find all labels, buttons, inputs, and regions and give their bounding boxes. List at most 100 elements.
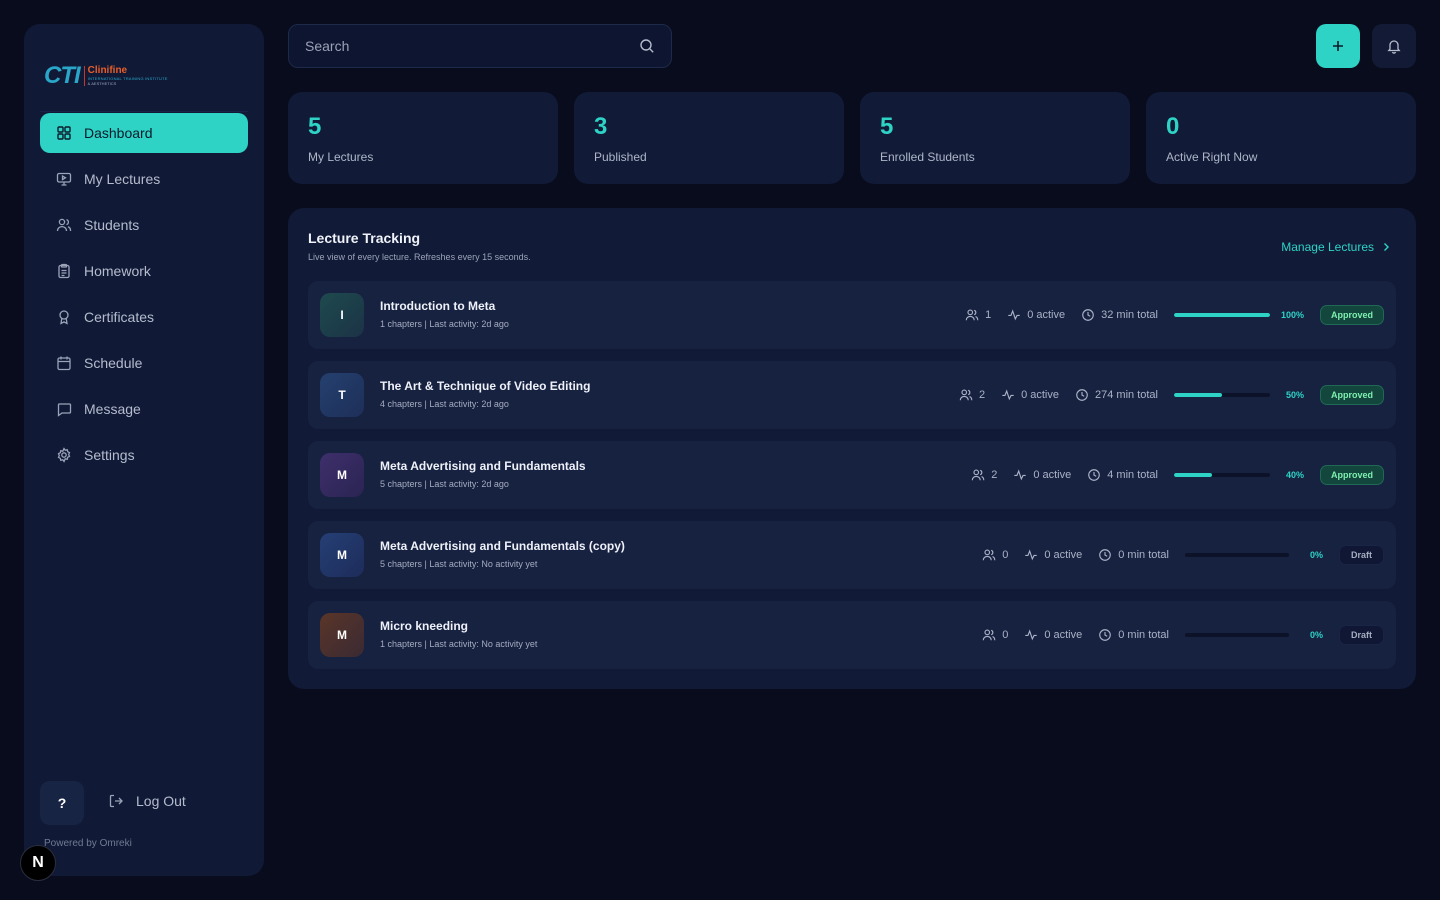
students-metric: 0 — [982, 628, 1008, 642]
students-count: 2 — [991, 469, 998, 481]
calendar-icon — [56, 355, 72, 371]
progress-fill — [1173, 393, 1222, 397]
lecture-row[interactable]: M Meta Advertising and Fundamentals 5 ch… — [308, 441, 1396, 509]
lecture-title: Introduction to Meta — [380, 299, 496, 313]
duration-metric: 32 min total — [1081, 308, 1158, 322]
students-count: 1 — [985, 309, 992, 321]
activity-icon — [1008, 309, 1020, 321]
lecture-row[interactable]: I Introduction to Meta 1 chapters | Last… — [308, 281, 1396, 349]
sidebar-item-students[interactable]: Students — [40, 205, 248, 245]
lecture-metrics: 2 0 active 274 min total 50% Approved — [959, 361, 1384, 429]
lecture-title: Micro kneeding — [380, 619, 469, 633]
status-badge: Approved — [1319, 465, 1384, 485]
manage-lectures-label: Manage Lectures — [1281, 240, 1374, 254]
lecture-avatar: T — [320, 373, 364, 417]
users-icon — [982, 549, 996, 561]
lecture-meta: 4 chapters | Last activity: 2d ago — [380, 399, 509, 409]
stat-value: 5 — [880, 113, 894, 140]
sidebar-item-label: Message — [84, 401, 141, 417]
lecture-metrics: 2 0 active 4 min total 40% Approved — [971, 441, 1384, 509]
sidebar-item-label: Settings — [84, 447, 135, 463]
students-metric: 2 — [959, 388, 985, 402]
sidebar-item-label: Dashboard — [84, 125, 153, 141]
logo-text: Clinifine INTERNATIONAL TRAINING INSTITU… — [83, 65, 168, 86]
duration-metric: 0 min total — [1098, 548, 1169, 562]
users-icon — [971, 469, 985, 481]
stat-card-published: 3 Published — [574, 92, 844, 184]
active-count: 0 active — [1027, 309, 1066, 321]
active-count: 0 active — [1044, 549, 1083, 561]
progress-percent: 50% — [1285, 390, 1304, 400]
stats-row: 5 My Lectures 3 Published 5 Enrolled Stu… — [288, 92, 1416, 184]
chevron-right-icon — [1384, 243, 1389, 251]
lecture-row[interactable]: T The Art & Technique of Video Editing 4… — [308, 361, 1396, 429]
search-icon[interactable] — [639, 38, 655, 54]
logout-label: Log Out — [136, 793, 186, 809]
lecture-row[interactable]: M Meta Advertising and Fundamentals (cop… — [308, 521, 1396, 589]
sidebar-item-message[interactable]: Message — [40, 389, 248, 429]
lecture-row[interactable]: M Micro kneeding 1 chapters | Last activ… — [308, 601, 1396, 669]
lecture-tracking-panel: Lecture Tracking Live view of every lect… — [288, 208, 1416, 689]
students-metric: 0 — [982, 548, 1008, 562]
powered-by: Powered by Omreki — [44, 838, 132, 849]
duration-metric: 274 min total — [1075, 388, 1158, 402]
lecture-meta: 5 chapters | Last activity: 2d ago — [380, 479, 509, 489]
n-badge[interactable]: N — [20, 845, 56, 881]
presentation-icon — [56, 171, 72, 187]
activity-icon — [1025, 629, 1037, 641]
duration-total: 4 min total — [1107, 469, 1158, 481]
logout-icon — [109, 794, 123, 808]
progress-fill — [1173, 313, 1270, 317]
progress-bar — [1173, 473, 1270, 477]
active-metric: 0 active — [1024, 548, 1082, 562]
bell-icon — [1387, 40, 1401, 54]
status-badge: Draft — [1338, 545, 1384, 565]
clock-icon — [1099, 549, 1112, 561]
message-icon — [56, 401, 72, 417]
search-input[interactable] — [305, 38, 639, 54]
progress-percent: 0% — [1309, 550, 1323, 560]
users-icon — [965, 309, 979, 321]
sidebar-item-my-lectures[interactable]: My Lectures — [40, 159, 248, 199]
add-button[interactable] — [1316, 24, 1360, 68]
award-icon — [56, 309, 72, 325]
search-box[interactable] — [288, 24, 672, 68]
notifications-button[interactable] — [1372, 24, 1416, 68]
clipboard-icon — [56, 263, 72, 279]
active-count: 0 active — [1044, 629, 1083, 641]
stat-value: 0 — [1166, 113, 1180, 140]
duration-total: 0 min total — [1118, 629, 1169, 641]
students-count: 0 — [1002, 629, 1009, 641]
sidebar-item-dashboard[interactable]: Dashboard — [40, 113, 248, 153]
activity-icon — [1014, 469, 1026, 481]
lecture-metrics: 0 0 active 0 min total 0% Draft — [982, 521, 1384, 589]
lecture-title: Meta Advertising and Fundamentals (copy) — [380, 539, 625, 553]
clock-icon — [1099, 629, 1112, 641]
help-button[interactable]: ? — [40, 781, 84, 825]
sidebar-item-settings[interactable]: Settings — [40, 435, 248, 475]
lecture-avatar: M — [320, 613, 364, 657]
status-badge: Approved — [1319, 385, 1384, 405]
clock-icon — [1082, 309, 1094, 321]
gear-icon — [56, 447, 72, 463]
sidebar-item-certificates[interactable]: Certificates — [40, 297, 248, 337]
lecture-metrics: 0 0 active 0 min total 0% Draft — [982, 601, 1384, 669]
progress-bar — [1173, 393, 1270, 397]
brand-logo[interactable]: CTI Clinifine INTERNATIONAL TRAINING INS… — [40, 40, 248, 112]
lecture-meta: 5 chapters | Last activity: No activity … — [380, 559, 538, 569]
active-count: 0 active — [1033, 469, 1072, 481]
active-metric: 0 active — [1007, 308, 1065, 322]
logout-button[interactable]: Log Out — [108, 793, 186, 809]
users-icon — [56, 217, 72, 233]
duration-total: 0 min total — [1118, 549, 1169, 561]
sidebar-item-label: Students — [84, 217, 140, 233]
active-count: 0 active — [1021, 389, 1059, 401]
activity-icon — [1002, 389, 1014, 401]
manage-lectures-link[interactable]: Manage Lectures — [1281, 240, 1392, 254]
sidebar-item-homework[interactable]: Homework — [40, 251, 248, 291]
duration-total: 32 min total — [1101, 309, 1158, 321]
sidebar-item-schedule[interactable]: Schedule — [40, 343, 248, 383]
lecture-meta: 1 chapters | Last activity: 2d ago — [380, 319, 509, 329]
progress-percent: 40% — [1285, 470, 1304, 480]
sidebar-item-label: Homework — [84, 263, 151, 279]
